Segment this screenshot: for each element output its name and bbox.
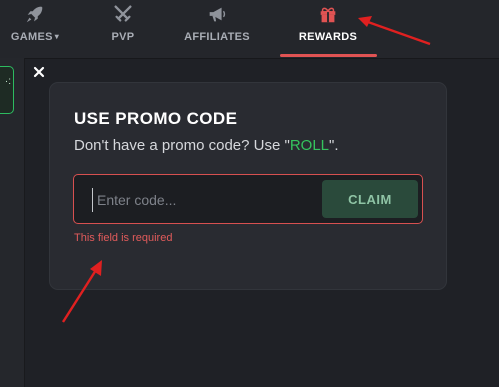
top-navigation: GAMES ▾ PVP AFFILIATES REWARDS (0, 0, 499, 59)
nav-rewards[interactable]: REWARDS (290, 0, 366, 58)
gift-icon (320, 7, 336, 23)
promo-code-panel: USE PROMO CODE Don't have a promo code? … (49, 82, 447, 290)
chevron-down-icon: ▾ (54, 32, 60, 41)
promo-code-input[interactable] (92, 188, 319, 212)
panel-title: USE PROMO CODE (74, 109, 238, 128)
rocket-icon (26, 6, 43, 23)
nav-affiliates-label: AFFILIATES (184, 31, 250, 43)
panel-subtitle: Don't have a promo code? Use "ROLL". (74, 137, 339, 154)
nav-affiliates[interactable]: AFFILIATES (180, 0, 254, 58)
promo-input-group: CLAIM (73, 174, 423, 224)
claim-button[interactable]: CLAIM (322, 180, 418, 218)
nav-rewards-label: REWARDS (298, 31, 358, 43)
promo-code-highlight: ROLL (289, 137, 329, 154)
active-tab-indicator (280, 54, 377, 57)
crossed-swords-icon (114, 5, 132, 22)
nav-games[interactable]: GAMES ▾ (4, 0, 66, 58)
nav-pvp[interactable]: PVP (96, 0, 150, 58)
close-icon[interactable] (32, 65, 46, 79)
nav-games-label: GAMES (10, 31, 53, 43)
validation-error: This field is required (74, 232, 173, 244)
nav-pvp-label: PVP (111, 31, 135, 43)
side-green-button[interactable]: ·: (0, 66, 14, 114)
megaphone-icon (209, 7, 226, 22)
